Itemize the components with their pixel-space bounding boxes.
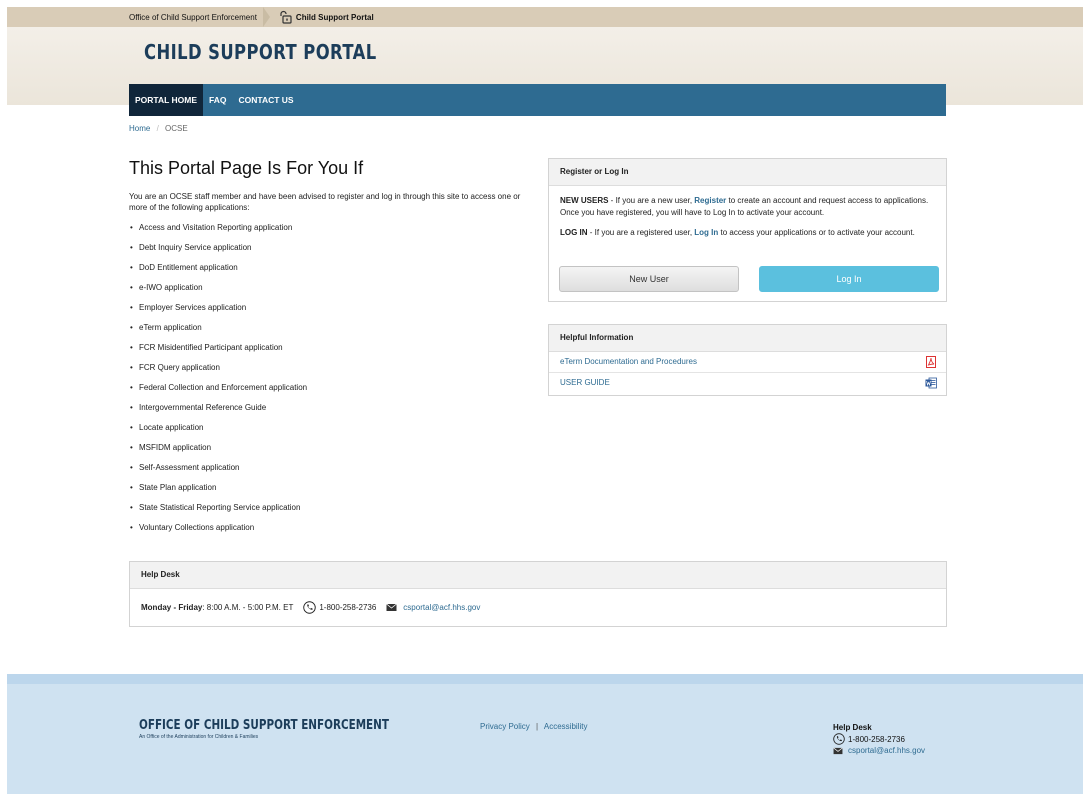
register-login-panel: Register or Log In NEW USERS - If you ar… <box>548 158 947 302</box>
breadcrumb-home[interactable]: Home <box>129 124 150 133</box>
list-item: Self-Assessment application <box>129 461 529 481</box>
new-user-button[interactable]: New User <box>559 266 739 292</box>
footer-email-row: csportal@acf.hhs.gov <box>833 745 925 756</box>
nav-portal-home[interactable]: PORTAL HOME <box>129 84 204 116</box>
help-desk-body: Monday - Friday : 8:00 A.M. - 5:00 P.M. … <box>130 589 946 626</box>
footer-help-title: Help Desk <box>833 723 872 732</box>
help-desk-panel: Help Desk Monday - Friday : 8:00 A.M. - … <box>129 561 947 627</box>
login-pre: - If you are a registered user, <box>587 228 695 237</box>
breadcrumb-current: OCSE <box>165 124 188 133</box>
mail-icon <box>833 747 843 754</box>
footer-logo[interactable]: OFFICE OF CHILD SUPPORT ENFORCEMENT An O… <box>139 718 451 740</box>
footer-email[interactable]: csportal@acf.hhs.gov <box>848 745 925 756</box>
pdf-icon[interactable] <box>925 356 937 368</box>
footer-org-subtitle: An Office of the Administration for Chil… <box>139 734 259 740</box>
register-link[interactable]: Register <box>694 196 726 205</box>
helpful-panel-heading: Helpful Information <box>549 325 946 352</box>
list-item: State Plan application <box>129 481 529 501</box>
nav-faq[interactable]: FAQ <box>203 84 232 116</box>
footer-separator: | <box>536 722 539 731</box>
list-item: DoD Entitlement application <box>129 261 529 281</box>
register-panel-heading: Register or Log In <box>549 159 946 186</box>
list-item: Intergovernmental Reference Guide <box>129 401 529 421</box>
list-item: Voluntary Collections application <box>129 521 529 541</box>
agency-link[interactable]: Office of Child Support Enforcement <box>129 13 257 22</box>
accessibility-link[interactable]: Accessibility <box>544 722 588 731</box>
phone-icon <box>833 733 845 745</box>
user-guide-link[interactable]: USER GUIDE <box>549 373 946 393</box>
portal-link[interactable]: Child Support Portal <box>296 13 374 22</box>
register-panel-body: NEW USERS - If you are a new user, Regis… <box>549 186 946 239</box>
help-desk-phone: 1-800-258-2736 <box>319 603 377 612</box>
ribbon-separator <box>262 7 270 27</box>
application-list: Access and Visitation Reporting applicat… <box>129 221 529 541</box>
help-desk-heading: Help Desk <box>130 562 946 589</box>
list-item: State Statistical Reporting Service appl… <box>129 501 529 521</box>
list-item: MSFIDM application <box>129 441 529 461</box>
footer-org-name: OFFICE OF CHILD SUPPORT ENFORCEMENT <box>139 718 389 733</box>
eterm-documentation-link[interactable]: eTerm Documentation and Procedures <box>549 352 946 373</box>
top-breadcrumb: Office of Child Support Enforcement Chil… <box>129 7 374 27</box>
site-title[interactable]: CHILD SUPPORT PORTAL <box>144 40 377 64</box>
breadcrumb: Home / OCSE <box>129 124 188 133</box>
login-link[interactable]: Log In <box>694 228 718 237</box>
login-post: to access your applications or to activa… <box>718 228 915 237</box>
helpful-information-panel: Helpful Information eTerm Documentation … <box>548 324 947 396</box>
list-item: eTerm application <box>129 321 529 341</box>
new-users-text: NEW USERS - If you are a new user, Regis… <box>560 195 935 219</box>
list-item: Federal Collection and Enforcement appli… <box>129 381 529 401</box>
main-nav: PORTAL HOME FAQ CONTACT US <box>129 84 946 116</box>
intro-text: You are an OCSE staff member and have be… <box>129 192 521 212</box>
helpful-item-label[interactable]: eTerm Documentation and Procedures <box>560 357 697 366</box>
list-item: e-IWO application <box>129 281 529 301</box>
list-item: Locate application <box>129 421 529 441</box>
breadcrumb-separator: / <box>156 124 159 133</box>
list-item: Employer Services application <box>129 301 529 321</box>
new-users-pre: - If you are a new user, <box>608 196 695 205</box>
word-doc-icon[interactable] <box>925 377 937 389</box>
top-ribbon: Office of Child Support Enforcement Chil… <box>7 7 1083 27</box>
footer-help-desk: Help Desk 1-800-258-2736 csportal@acf.hh… <box>833 722 925 756</box>
portal-description: This Portal Page Is For You If You are a… <box>129 158 529 541</box>
footer-phone-row: 1-800-258-2736 <box>833 733 925 745</box>
help-desk-days: Monday - Friday <box>141 603 203 612</box>
login-text: LOG IN - If you are a registered user, L… <box>560 227 935 239</box>
site-footer: OFFICE OF CHILD SUPPORT ENFORCEMENT An O… <box>7 674 1083 794</box>
footer-phone: 1-800-258-2736 <box>848 734 905 744</box>
list-item: FCR Misidentified Participant applicatio… <box>129 341 529 361</box>
helpful-item-label[interactable]: USER GUIDE <box>560 378 610 387</box>
phone-icon <box>303 601 317 614</box>
list-item: FCR Query application <box>129 361 529 381</box>
nav-contact-us[interactable]: CONTACT US <box>233 84 300 116</box>
privacy-policy-link[interactable]: Privacy Policy <box>480 722 530 731</box>
new-users-label: NEW USERS <box>560 196 609 205</box>
login-label: LOG IN <box>560 228 588 237</box>
mail-icon <box>386 603 398 611</box>
list-item: Debt Inquiry Service application <box>129 241 529 261</box>
help-desk-email[interactable]: csportal@acf.hhs.gov <box>403 603 480 612</box>
page-title: This Portal Page Is For You If <box>129 158 364 178</box>
help-desk-hours: : 8:00 A.M. - 5:00 P.M. ET <box>202 603 294 612</box>
footer-links: Privacy Policy | Accessibility <box>480 722 587 731</box>
unlock-icon <box>280 10 292 24</box>
list-item: Access and Visitation Reporting applicat… <box>129 221 529 241</box>
login-button[interactable]: Log In <box>759 266 939 292</box>
